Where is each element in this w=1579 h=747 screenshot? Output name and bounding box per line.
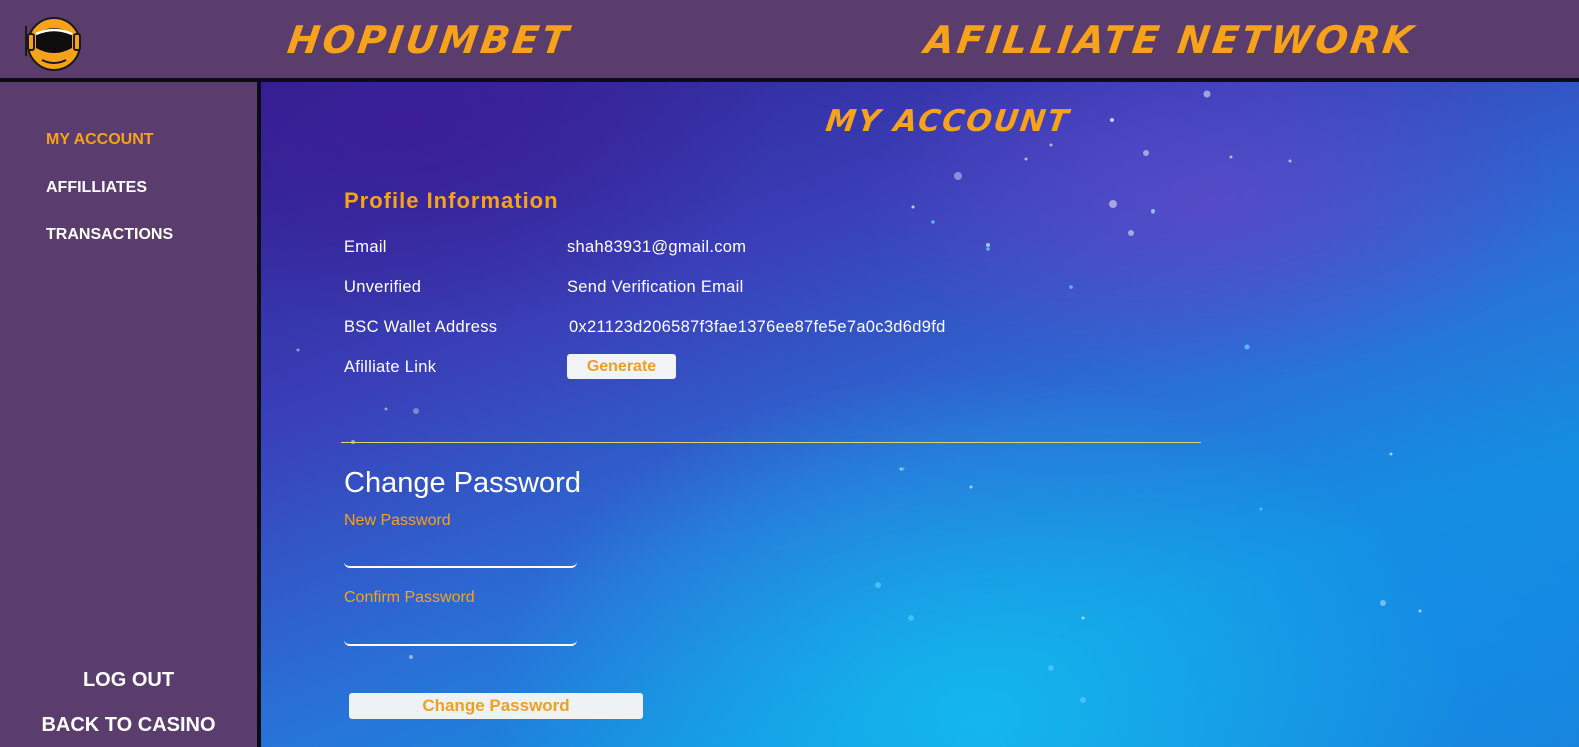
send-verification-email-link[interactable]: Send Verification Email	[567, 278, 744, 297]
page-title: MY ACCOUNT	[823, 104, 1073, 139]
sidebar: MY ACCOUNT AFFILLIATES TRANSACTIONS LOG …	[0, 82, 261, 747]
wallet-address-value: 0x21123d206587f3fae1376ee87fe5e7a0c3d6d9…	[569, 318, 946, 336]
affiliate-link-label: Afilliate Link	[344, 358, 437, 376]
confirm-password-label: Confirm Password	[344, 589, 475, 606]
new-password-label: New Password	[344, 512, 451, 529]
network-title: AFILLIATE NETWORK	[921, 18, 1419, 62]
change-password-button[interactable]: Change Password	[349, 693, 643, 719]
generate-button[interactable]: Generate	[567, 354, 676, 379]
sidebar-item-my-account[interactable]: MY ACCOUNT	[46, 131, 154, 149]
wallet-address-label: BSC Wallet Address	[344, 318, 498, 336]
email-value: shah83931@gmail.com	[567, 238, 747, 256]
change-password-title: Change Password	[344, 467, 581, 499]
section-divider	[341, 442, 1201, 443]
confirm-password-input[interactable]	[344, 620, 577, 646]
astronaut-helmet-icon[interactable]	[22, 12, 82, 72]
brand-title: HOPIUMBET	[284, 18, 574, 62]
back-to-casino-button[interactable]: BACK TO CASINO	[0, 714, 257, 737]
sidebar-item-transactions[interactable]: TRANSACTIONS	[46, 226, 173, 244]
sidebar-item-affiliates[interactable]: AFFILLIATES	[46, 179, 147, 197]
email-label: Email	[344, 238, 387, 256]
logout-button[interactable]: LOG OUT	[0, 669, 257, 692]
main-content: MY ACCOUNT Profile Information Email sha…	[261, 82, 1579, 747]
starfield-background	[296, 90, 1422, 703]
new-password-input[interactable]	[344, 542, 577, 568]
profile-section-title: Profile Information	[344, 188, 559, 213]
top-header: HOPIUMBET AFILLIATE NETWORK	[0, 0, 1579, 82]
verification-status-label: Unverified	[344, 278, 422, 296]
